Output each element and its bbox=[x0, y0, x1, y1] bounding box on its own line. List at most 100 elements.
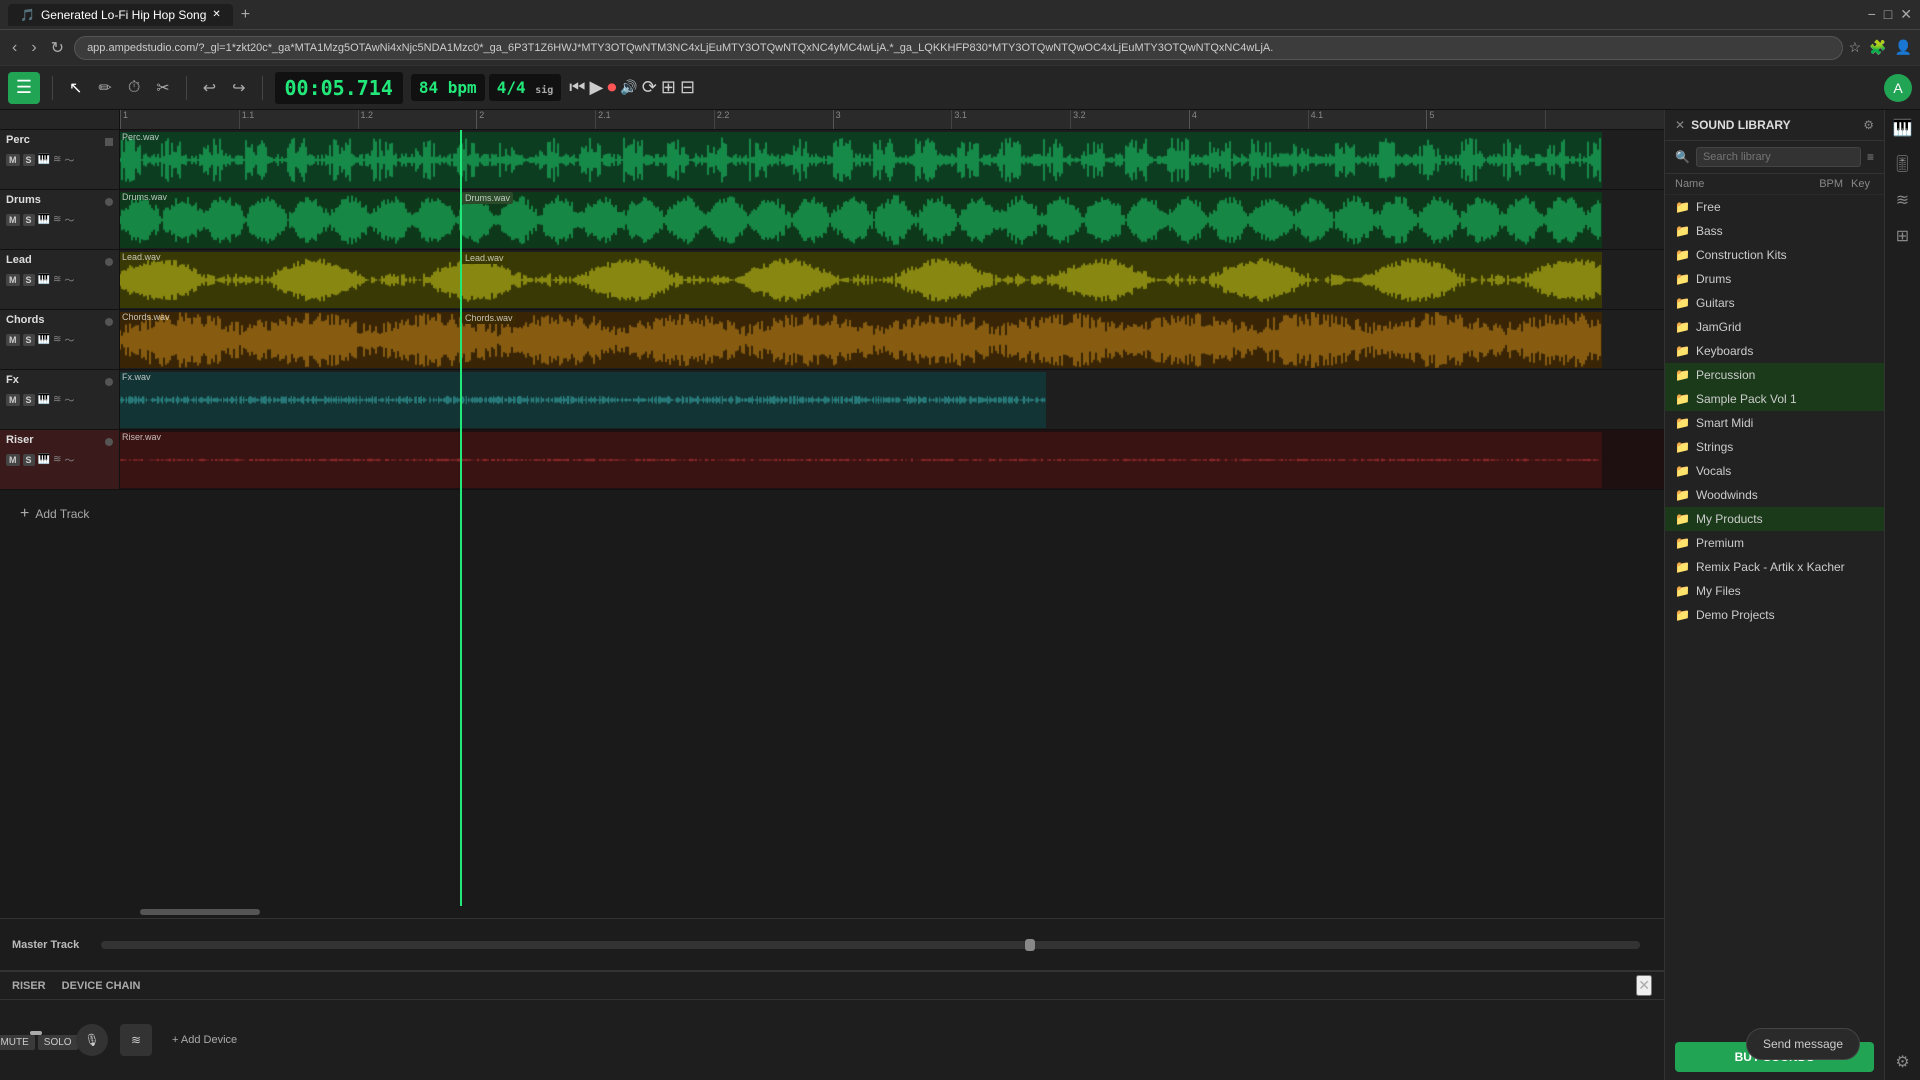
piano-roll-icon[interactable]: 🎹 bbox=[1893, 118, 1913, 138]
restore-btn[interactable]: □ bbox=[1884, 6, 1892, 23]
drums-mute-btn[interactable]: M bbox=[6, 214, 20, 226]
fx-solo-btn[interactable]: S bbox=[23, 394, 35, 406]
reload-btn[interactable]: ↻ bbox=[47, 36, 68, 60]
perc-mute-btn[interactable]: M bbox=[6, 154, 20, 166]
library-close-btn[interactable]: ✕ bbox=[1675, 118, 1685, 132]
lib-item-percussion[interactable]: 📁 Percussion bbox=[1665, 363, 1884, 387]
perc-automation-icon[interactable]: 〜 bbox=[64, 152, 74, 167]
lib-item-woodwinds[interactable]: 📁 Woodwinds bbox=[1665, 483, 1884, 507]
menu-button[interactable]: ☰ bbox=[8, 72, 40, 104]
track-lane-lead[interactable]: Lead.wav Lead.wav bbox=[120, 250, 1664, 309]
lib-item-free[interactable]: 📁 Free bbox=[1665, 195, 1884, 219]
lib-item-guitars[interactable]: 📁 Guitars bbox=[1665, 291, 1884, 315]
lib-item-smart-midi[interactable]: 📁 Smart Midi bbox=[1665, 411, 1884, 435]
fx-mute-btn[interactable]: M bbox=[6, 394, 20, 406]
riser-automation-icon[interactable]: 〜 bbox=[64, 452, 74, 467]
fx-knob[interactable] bbox=[105, 378, 113, 386]
lib-item-drums[interactable]: 📁 Drums bbox=[1665, 267, 1884, 291]
pencil-tool-btn[interactable]: ✏ bbox=[94, 74, 115, 102]
lib-item-construction-kits[interactable]: 📁 Construction Kits bbox=[1665, 243, 1884, 267]
lib-item-keyboards[interactable]: 📁 Keyboards bbox=[1665, 339, 1884, 363]
riser-fader-thumb[interactable] bbox=[30, 1031, 42, 1035]
riser-bottom-solo-btn[interactable]: SOLO bbox=[38, 1035, 78, 1050]
track-lane-chords[interactable]: Chords.wav Chords.wav bbox=[120, 310, 1664, 369]
perc-instrument-icon[interactable]: 🎹 bbox=[38, 154, 50, 165]
riser-fx-icon[interactable]: ≋ bbox=[53, 454, 61, 465]
riser-mute-btn[interactable]: M bbox=[6, 454, 20, 466]
forward-btn[interactable]: › bbox=[27, 37, 40, 59]
mix-btn[interactable]: ⊞ bbox=[661, 77, 676, 98]
track-lane-perc[interactable]: Perc.wav bbox=[120, 130, 1664, 189]
chords-mute-btn[interactable]: M bbox=[6, 334, 20, 346]
riser-knob[interactable] bbox=[105, 438, 113, 446]
tracks-container[interactable]: Perc M S 🎹 ≋ 〜 bbox=[0, 130, 1664, 906]
lead-solo-btn[interactable]: S bbox=[23, 274, 35, 286]
library-filter-btn[interactable]: ≡ bbox=[1867, 150, 1874, 164]
lib-item-remix-pack[interactable]: 📁 Remix Pack - Artik x Kacher bbox=[1665, 555, 1884, 579]
loop-btn[interactable]: ⟳ bbox=[642, 77, 657, 98]
drums-solo-btn[interactable]: S bbox=[23, 214, 35, 226]
lib-item-vocals[interactable]: 📁 Vocals bbox=[1665, 459, 1884, 483]
lead-instrument-icon[interactable]: 🎹 bbox=[38, 274, 50, 285]
cut-tool-btn[interactable]: ✂ bbox=[152, 74, 173, 102]
redo-btn[interactable]: ↪ bbox=[228, 74, 249, 102]
lib-item-strings[interactable]: 📁 Strings bbox=[1665, 435, 1884, 459]
drums-fx-icon[interactable]: ≋ bbox=[53, 214, 61, 225]
lib-item-premium[interactable]: 📁 Premium bbox=[1665, 531, 1884, 555]
library-settings-btn[interactable]: ⚙ bbox=[1863, 118, 1874, 132]
chords-instrument-icon[interactable]: 🎹 bbox=[38, 334, 50, 345]
scroll-thumb[interactable] bbox=[140, 909, 260, 915]
lib-item-my-files[interactable]: 📁 My Files bbox=[1665, 579, 1884, 603]
time-display[interactable]: 00:05.714 bbox=[275, 72, 403, 104]
chords-fx-icon[interactable]: ≋ bbox=[53, 334, 61, 345]
track-lane-drums[interactable]: Drums.wav Drums.wav bbox=[120, 190, 1664, 249]
track-lane-fx[interactable]: Fx.wav bbox=[120, 370, 1664, 429]
chords-solo-btn[interactable]: S bbox=[23, 334, 35, 346]
lead-knob[interactable] bbox=[105, 258, 113, 266]
user-avatar[interactable]: A bbox=[1884, 74, 1912, 102]
add-track-area[interactable]: + Add Track bbox=[0, 490, 1664, 538]
mixer-icon[interactable]: 🎚 bbox=[1892, 154, 1912, 174]
lib-item-sample-pack-vol1[interactable]: 📁 Sample Pack Vol 1 bbox=[1665, 387, 1884, 411]
select-tool-btn[interactable]: ↖ bbox=[65, 74, 86, 102]
send-message-btn[interactable]: Send message bbox=[1746, 1028, 1860, 1060]
riser-instrument-icon[interactable]: 🎹 bbox=[38, 454, 50, 465]
new-tab-btn[interactable]: + bbox=[241, 6, 250, 24]
library-search-input[interactable] bbox=[1696, 147, 1861, 167]
volume-icon[interactable]: 🔊 bbox=[620, 79, 637, 96]
bookmark-icon[interactable]: ☆ bbox=[1849, 39, 1862, 56]
riser-eq-btn[interactable]: ≋ bbox=[120, 1024, 152, 1056]
lead-automation-icon[interactable]: 〜 bbox=[64, 272, 74, 287]
close-btn[interactable]: ✕ bbox=[1900, 6, 1912, 23]
fx-instrument-icon[interactable]: 🎹 bbox=[38, 394, 50, 405]
drums-knob[interactable] bbox=[105, 198, 113, 206]
track-lane-riser[interactable]: Riser.wav bbox=[120, 430, 1664, 489]
scroll-track[interactable] bbox=[120, 906, 1664, 918]
chords-automation-icon[interactable]: 〜 bbox=[64, 332, 74, 347]
riser-solo-btn[interactable]: S bbox=[23, 454, 35, 466]
bpm-display[interactable]: 84 bpm bbox=[411, 74, 485, 101]
rewind-btn[interactable]: ⏮ bbox=[569, 77, 585, 98]
lib-item-bass[interactable]: 📁 Bass bbox=[1665, 219, 1884, 243]
perc-fx-icon[interactable]: ≋ bbox=[53, 154, 61, 165]
chords-knob[interactable] bbox=[105, 318, 113, 326]
tab-close-btn[interactable]: ✕ bbox=[212, 9, 220, 20]
play-btn[interactable]: ▶ bbox=[590, 77, 604, 98]
bottom-panel-close-btn[interactable]: ✕ bbox=[1636, 975, 1652, 996]
master-volume-slider[interactable] bbox=[101, 941, 1640, 949]
minimize-btn[interactable]: − bbox=[1868, 6, 1876, 23]
lib-item-my-products[interactable]: 📁 My Products bbox=[1665, 507, 1884, 531]
settings-strip-icon[interactable]: ⚙ bbox=[1895, 1052, 1909, 1072]
undo-btn[interactable]: ↩ bbox=[199, 74, 220, 102]
plugin-icon[interactable]: ⊞ bbox=[1896, 226, 1909, 246]
drums-instrument-icon[interactable]: 🎹 bbox=[38, 214, 50, 225]
riser-mic-btn[interactable]: 🎙 bbox=[76, 1024, 108, 1056]
record-btn[interactable]: ⏺ bbox=[607, 77, 616, 98]
fx-automation-icon[interactable]: 〜 bbox=[64, 392, 74, 407]
perc-solo-btn[interactable]: S bbox=[23, 154, 35, 166]
lib-item-jamgrid[interactable]: 📁 JamGrid bbox=[1665, 315, 1884, 339]
horizontal-scrollbar[interactable] bbox=[0, 906, 1664, 918]
master-slider-thumb[interactable] bbox=[1025, 939, 1035, 951]
lead-mute-btn[interactable]: M bbox=[6, 274, 20, 286]
profile-icon[interactable]: 👤 bbox=[1895, 39, 1912, 56]
